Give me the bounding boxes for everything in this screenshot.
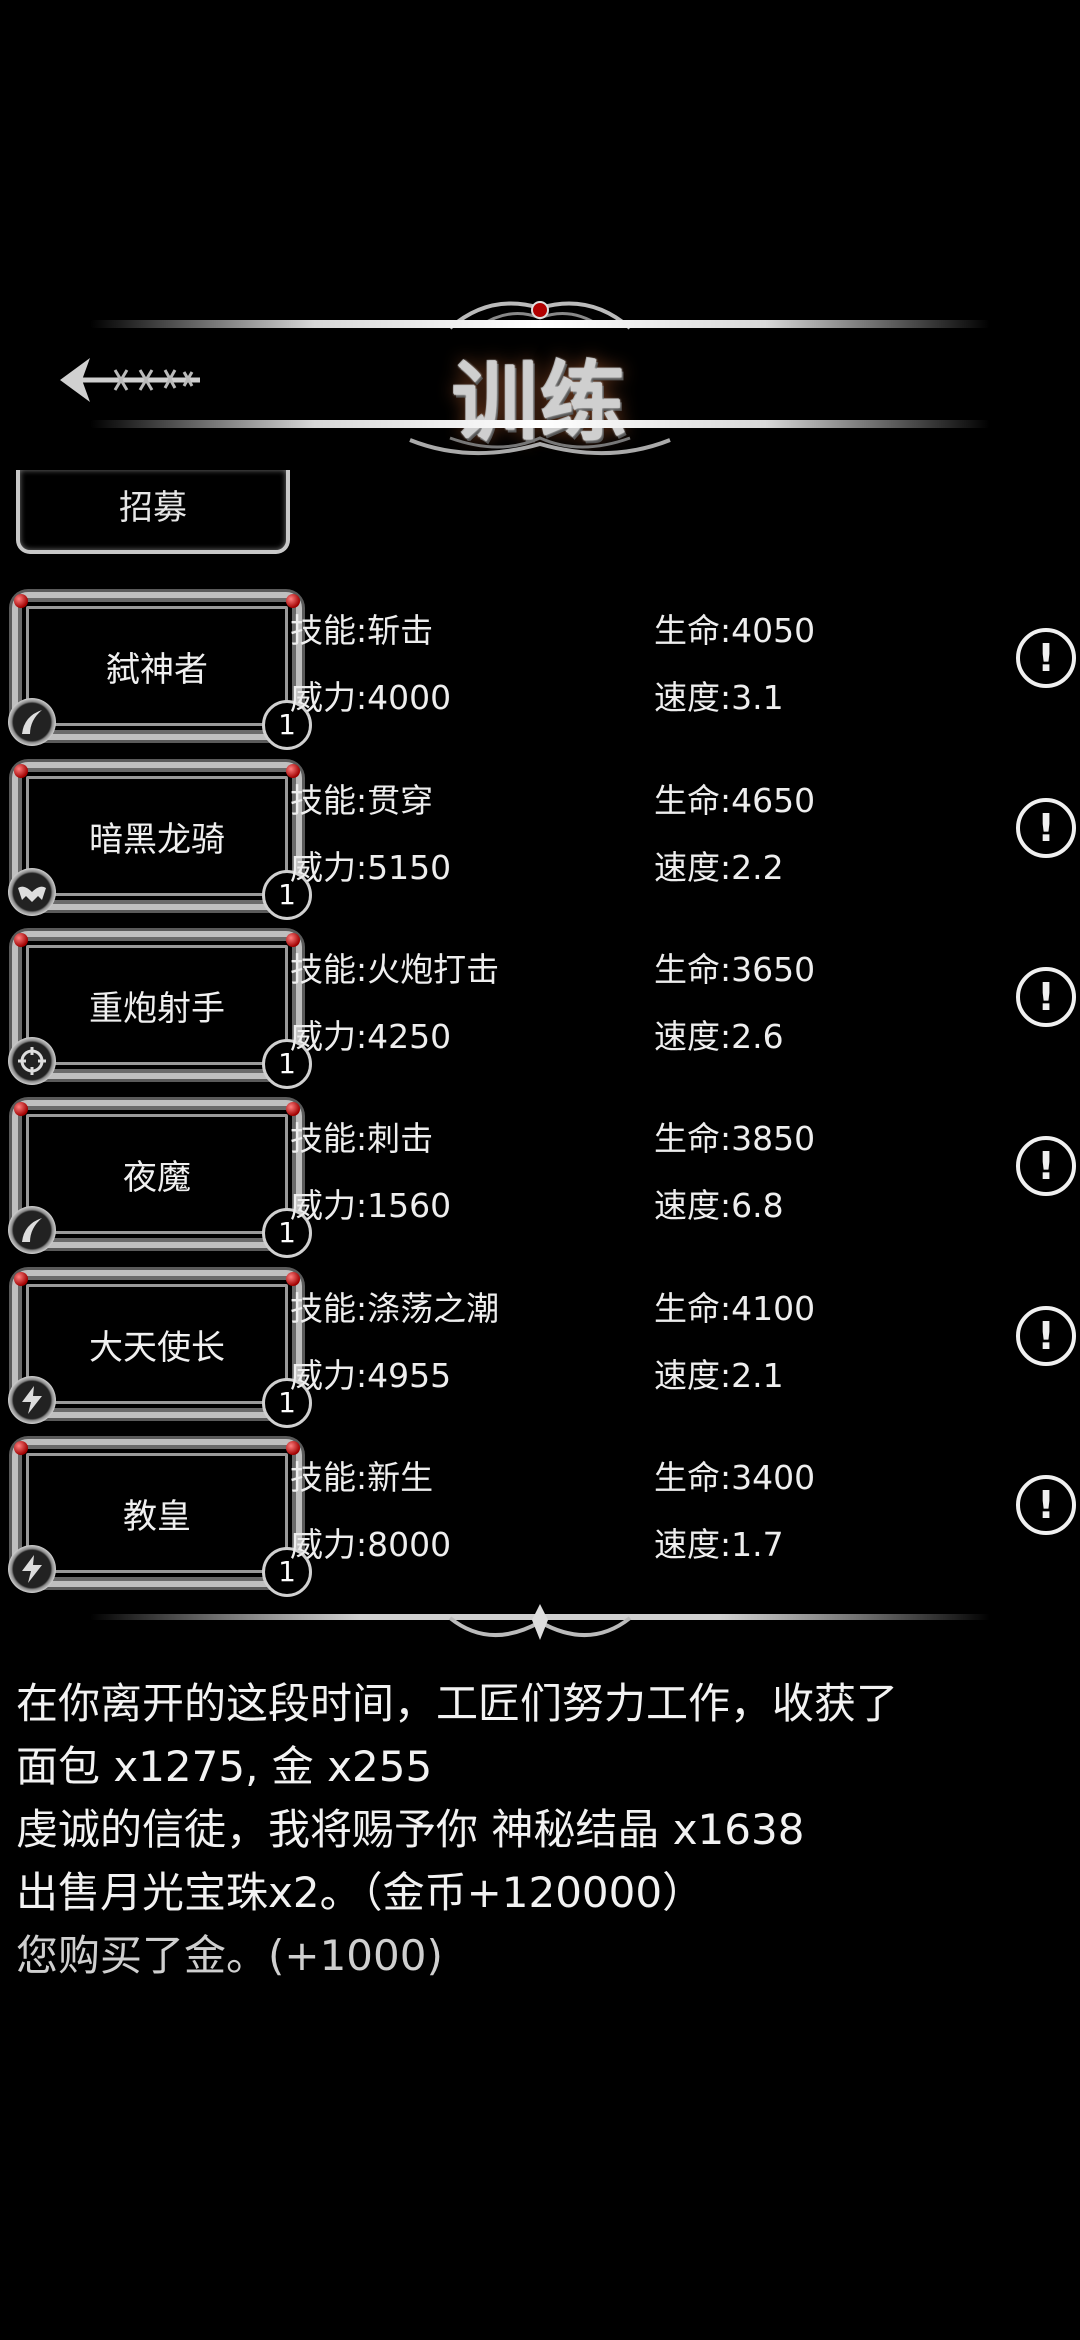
exclamation-icon: ! [1037, 806, 1055, 850]
exclamation-icon: ! [1037, 1144, 1055, 1188]
hero-row: 重炮射手 1 技能:火炮打击 威力:4250 生命:3650 速度:2.6 ! [0, 925, 1080, 1089]
hero-skill: 技能:贯穿 [290, 781, 434, 820]
hero-hp: 生命:4100 [654, 1289, 816, 1328]
hero-name: 重炮射手 [89, 989, 225, 1029]
exclamation-icon: ! [1037, 975, 1055, 1019]
log-divider [90, 1604, 990, 1640]
hero-speed: 速度:1.7 [654, 1525, 784, 1564]
hero-card[interactable]: 教皇 1 [8, 1439, 312, 1597]
hero-info-button[interactable]: ! [1016, 628, 1076, 688]
bottom-crest-ornament [409, 436, 671, 456]
hero-card[interactable]: 弑神者 1 [8, 592, 312, 750]
hero-name: 夜魔 [123, 1158, 191, 1198]
exclamation-icon: ! [1037, 1483, 1055, 1527]
blade-icon [8, 1206, 56, 1254]
hero-speed: 速度:6.8 [654, 1186, 784, 1225]
hero-row: 夜魔 1 技能:刺击 威力:1560 生命:3850 速度:6.8 ! [0, 1094, 1080, 1258]
ruby-ornament [14, 1441, 28, 1455]
hero-info-button[interactable]: ! [1016, 1475, 1076, 1535]
exclamation-icon: ! [1037, 1314, 1055, 1358]
blade-icon [8, 698, 56, 746]
hero-name: 教皇 [123, 1497, 191, 1537]
hero-skill: 技能:刺击 [290, 1119, 434, 1158]
hero-card[interactable]: 夜魔 1 [8, 1100, 312, 1258]
ruby-ornament [14, 1102, 28, 1116]
ruby-ornament [14, 1272, 28, 1286]
exclamation-icon: ! [1037, 636, 1055, 680]
hero-info-button[interactable]: ! [1016, 1306, 1076, 1366]
top-crest-ornament [448, 301, 632, 330]
hero-hp: 生命:3650 [654, 950, 816, 989]
hero-row: 教皇 1 技能:新生 威力:8000 生命:3400 速度:1.7 ! [0, 1433, 1080, 1597]
hero-card[interactable]: 重炮射手 1 [8, 931, 312, 1089]
hero-card[interactable]: 大天使长 1 [8, 1270, 312, 1428]
crosshair-icon [8, 1037, 56, 1085]
hero-hp: 生命:4650 [654, 781, 816, 820]
hero-skill: 技能:涤荡之潮 [290, 1289, 500, 1328]
hero-speed: 速度:3.1 [654, 678, 784, 717]
hero-info-button[interactable]: ! [1016, 798, 1076, 858]
lightning-icon [8, 1376, 56, 1424]
hero-power: 威力:8000 [290, 1525, 452, 1564]
hero-skill: 技能:新生 [290, 1458, 434, 1497]
recruit-tab[interactable]: 招募 [16, 470, 290, 554]
hero-hp: 生命:3850 [654, 1119, 816, 1158]
hero-info-button[interactable]: ! [1016, 967, 1076, 1027]
hero-power: 威力:5150 [290, 848, 452, 887]
hero-speed: 速度:2.6 [654, 1017, 784, 1056]
log-message: 出售月光宝珠x2。（金币+120000） [16, 1868, 705, 1917]
hero-name: 暗黑龙骑 [89, 820, 225, 860]
hero-power: 威力:1560 [290, 1186, 452, 1225]
arrow-back-icon [60, 358, 200, 402]
log-message: 在你离开的这段时间，工匠们努力工作，收获了 [16, 1679, 899, 1728]
header: 训练 [0, 270, 1080, 480]
ruby-ornament [14, 933, 28, 947]
log-message: 面包 x1275, 金 x255 [16, 1742, 433, 1791]
log-message: 您购买了金。(+1000) [16, 1931, 443, 1980]
hero-power: 威力:4250 [290, 1017, 452, 1056]
hero-hp: 生命:3400 [654, 1458, 816, 1497]
hero-skill: 技能:火炮打击 [290, 950, 500, 989]
ruby-ornament [14, 594, 28, 608]
back-button[interactable] [60, 350, 210, 410]
hero-card[interactable]: 暗黑龙骑 1 [8, 762, 312, 920]
hero-speed: 速度:2.1 [654, 1356, 784, 1395]
log-message: 虔诚的信徒，我将赐予你 神秘结晶 x1638 [16, 1805, 805, 1854]
hero-info-button[interactable]: ! [1016, 1136, 1076, 1196]
bat-wings-icon [8, 868, 56, 916]
hero-row: 暗黑龙骑 1 技能:贯穿 威力:5150 生命:4650 速度:2.2 ! [0, 756, 1080, 920]
hero-row: 大天使长 1 技能:涤荡之潮 威力:4955 生命:4100 速度:2.1 ! [0, 1264, 1080, 1428]
hero-row: 弑神者 1 技能:斩击 威力:4000 生命:4050 速度:3.1 ! [0, 586, 1080, 750]
hero-power: 威力:4955 [290, 1356, 452, 1395]
hero-power: 威力:4000 [290, 678, 452, 717]
lightning-icon [8, 1545, 56, 1593]
ruby-ornament [14, 764, 28, 778]
hero-hp: 生命:4050 [654, 611, 816, 650]
hero-speed: 速度:2.2 [654, 848, 784, 887]
hero-name: 大天使长 [89, 1328, 225, 1368]
hero-name: 弑神者 [106, 650, 208, 690]
recruit-tab-label: 招募 [119, 488, 187, 528]
hero-skill: 技能:斩击 [290, 611, 434, 650]
